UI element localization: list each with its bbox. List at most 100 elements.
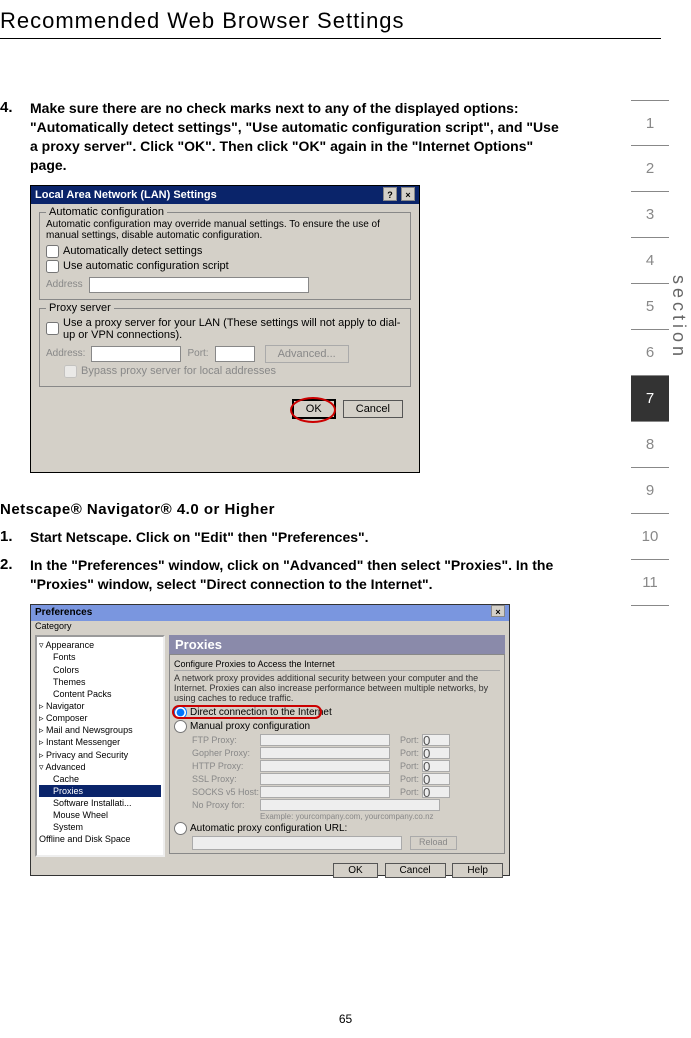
red-highlight-oval — [172, 705, 322, 719]
pref-titlebar: Preferences × — [31, 605, 509, 621]
manual-proxy-radio[interactable] — [174, 720, 187, 733]
preferences-dialog: Preferences × Category ▿ Appearance Font… — [30, 604, 510, 876]
pref-main-panel: Proxies Configure Proxies to Access the … — [169, 635, 505, 857]
page-number: 65 — [0, 1012, 691, 1026]
proxy-address-label: Address: — [46, 348, 85, 359]
category-label: Category — [31, 621, 509, 631]
red-highlight-circle — [290, 397, 336, 423]
advanced-button: Advanced... — [265, 345, 349, 363]
step-number: 2. — [0, 556, 30, 594]
ftp-label: FTP Proxy: — [192, 735, 260, 745]
noproxy-label: No Proxy for: — [192, 800, 260, 810]
proxy-address-input — [91, 346, 181, 362]
auto-config-label: Automatic configuration — [46, 206, 167, 218]
manual-proxy-label: Manual proxy configuration — [190, 721, 310, 732]
section-tab-9[interactable]: 9 — [631, 468, 669, 514]
lan-settings-screenshot: Local Area Network (LAN) Settings ? × Au… — [30, 185, 560, 473]
lan-dialog: Local Area Network (LAN) Settings ? × Au… — [30, 185, 420, 473]
tree-system[interactable]: System — [39, 821, 161, 833]
section-tab-5[interactable]: 5 — [631, 284, 669, 330]
tree-themes[interactable]: Themes — [39, 676, 161, 688]
tree-software[interactable]: Software Installati... — [39, 797, 161, 809]
socks-label: SOCKS v5 Host: — [192, 787, 260, 797]
auto-detect-label: Automatically detect settings — [63, 245, 202, 257]
step-2: 2. In the "Preferences" window, click on… — [0, 556, 560, 594]
auto-config-group: Automatic configuration Automatic config… — [39, 212, 411, 300]
section-tab-2[interactable]: 2 — [631, 146, 669, 192]
proxy-group: Proxy server Use a proxy server for your… — [39, 308, 411, 387]
gopher-input — [260, 747, 390, 759]
auto-config-note: Automatic configuration may override man… — [46, 219, 404, 241]
auto-proxy-label: Automatic proxy configuration URL: — [190, 823, 347, 834]
auto-proxy-radio[interactable] — [174, 822, 187, 835]
step-text: In the "Preferences" window, click on "A… — [30, 556, 560, 594]
tree-mail[interactable]: ▹ Mail and Newsgroups — [39, 724, 161, 736]
cancel-button[interactable]: Cancel — [343, 400, 403, 418]
preferences-screenshot: Preferences × Category ▿ Appearance Font… — [30, 604, 560, 876]
tree-appearance[interactable]: ▿ Appearance — [39, 639, 161, 651]
category-tree[interactable]: ▿ Appearance Fonts Colors Themes Content… — [35, 635, 165, 857]
section-tab-7[interactable]: 7 — [631, 376, 669, 422]
tree-advanced[interactable]: ▿ Advanced — [39, 761, 161, 773]
http-port — [422, 760, 450, 772]
cancel-button[interactable]: Cancel — [385, 863, 446, 878]
gopher-port — [422, 747, 450, 759]
tree-navigator[interactable]: ▹ Navigator — [39, 700, 161, 712]
address-input — [89, 277, 309, 293]
section-tab-10[interactable]: 10 — [631, 514, 669, 560]
tree-colors[interactable]: Colors — [39, 664, 161, 676]
help-icon[interactable]: ? — [383, 187, 397, 201]
ok-button[interactable]: OK — [333, 863, 377, 878]
tree-content-packs[interactable]: Content Packs — [39, 688, 161, 700]
ssl-input — [260, 773, 390, 785]
address-label: Address — [46, 279, 83, 290]
tree-privacy[interactable]: ▹ Privacy and Security — [39, 749, 161, 761]
step-text: Make sure there are no check marks next … — [30, 99, 560, 175]
auto-detect-checkbox[interactable] — [46, 245, 59, 258]
tree-offline[interactable]: Offline and Disk Space — [39, 833, 161, 845]
proxy-port-input — [215, 346, 255, 362]
socks-input — [260, 786, 390, 798]
tree-im[interactable]: ▹ Instant Messenger — [39, 736, 161, 748]
section-tab-4[interactable]: 4 — [631, 238, 669, 284]
page-title: Recommended Web Browser Settings — [0, 0, 661, 39]
tree-mouse[interactable]: Mouse Wheel — [39, 809, 161, 821]
auto-url-input — [192, 836, 402, 850]
help-button[interactable]: Help — [452, 863, 503, 878]
main-content: 4. Make sure there are no check marks ne… — [0, 39, 620, 876]
netscape-heading: Netscape® Navigator® 4.0 or Higher — [0, 501, 560, 518]
step-text: Start Netscape. Click on "Edit" then "Pr… — [30, 528, 369, 547]
tree-cache[interactable]: Cache — [39, 773, 161, 785]
ftp-input — [260, 734, 390, 746]
section-tab-11[interactable]: 11 — [631, 560, 669, 606]
http-label: HTTP Proxy: — [192, 761, 260, 771]
noproxy-input — [260, 799, 440, 811]
close-icon[interactable]: × — [401, 187, 415, 201]
auto-script-checkbox[interactable] — [46, 260, 59, 273]
section-tab-8[interactable]: 8 — [631, 422, 669, 468]
use-proxy-label: Use a proxy server for your LAN (These s… — [63, 317, 404, 341]
step-4: 4. Make sure there are no check marks ne… — [0, 99, 560, 175]
proxy-port-label: Port: — [187, 348, 208, 359]
proxies-panel-title: Proxies — [169, 635, 505, 654]
auto-script-label: Use automatic configuration script — [63, 260, 229, 272]
http-input — [260, 760, 390, 772]
tree-fonts[interactable]: Fonts — [39, 651, 161, 663]
tree-composer[interactable]: ▹ Composer — [39, 712, 161, 724]
socks-port — [422, 786, 450, 798]
panel-subtitle: Configure Proxies to Access the Internet — [174, 659, 500, 671]
example-text: Example: yourcompany.com, yourcompany.co… — [260, 812, 434, 821]
proxy-group-label: Proxy server — [46, 302, 114, 314]
lan-dialog-title: Local Area Network (LAN) Settings — [35, 186, 217, 204]
section-tab-1[interactable]: 1 — [631, 100, 669, 146]
section-tabs: 1234567891011 — [631, 100, 669, 606]
ok-button[interactable]: OK — [292, 399, 336, 419]
use-proxy-checkbox[interactable] — [46, 322, 59, 335]
section-tab-3[interactable]: 3 — [631, 192, 669, 238]
close-icon[interactable]: × — [491, 605, 505, 617]
ftp-port — [422, 734, 450, 746]
tree-proxies[interactable]: Proxies — [39, 785, 161, 797]
gopher-label: Gopher Proxy: — [192, 748, 260, 758]
section-tab-6[interactable]: 6 — [631, 330, 669, 376]
section-label: section — [668, 275, 689, 360]
